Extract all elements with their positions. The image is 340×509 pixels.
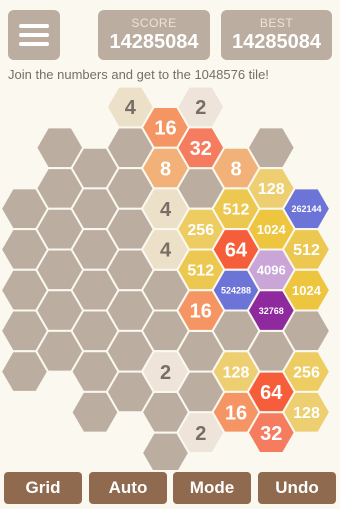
tile-value: 16 (190, 301, 212, 323)
hamburger-menu-icon (19, 24, 49, 28)
tile-value: 128 (293, 405, 320, 422)
tile-value: 2 (195, 97, 206, 119)
tile-value: 4 (160, 240, 172, 262)
tile-value: 32768 (259, 306, 284, 316)
menu-button[interactable] (8, 10, 60, 60)
tile-value: 64 (260, 382, 283, 404)
auto-button[interactable]: Auto (89, 472, 167, 504)
score-label: SCORE (131, 16, 177, 30)
tile-2: 2 (176, 85, 226, 129)
instructions-text: Join the numbers and get to the 1048576 … (8, 67, 269, 82)
score-value: 14285084 (109, 31, 199, 53)
tile-value: 512 (223, 202, 250, 219)
tile-value: 8 (160, 158, 171, 180)
tile-value: 32 (260, 423, 282, 445)
tile-value: 64 (225, 240, 248, 262)
hamburger-menu-icon-bar (19, 42, 49, 46)
best-value: 14285084 (232, 31, 321, 53)
tile-value: 262144 (291, 204, 321, 214)
tile-value: 16 (225, 402, 247, 424)
tile-value: 256 (187, 222, 214, 239)
hamburger-menu-icon-bar (19, 33, 49, 37)
tile-value: 2 (195, 423, 206, 445)
best-label: BEST (259, 16, 294, 30)
hex-game-board[interactable]: 416283284 5121282621444256641024512512524… (0, 85, 340, 470)
tile-value: 4 (125, 97, 137, 119)
tile-value: 128 (223, 364, 250, 381)
tile-value: 4 (160, 199, 172, 221)
bottom-controls: Grid Auto Mode Undo (0, 472, 340, 504)
tile-value: 524288 (221, 285, 251, 295)
tile-value: 256 (293, 364, 320, 381)
tile-value: 512 (293, 242, 320, 259)
tile-value: 4096 (257, 262, 286, 277)
game-screen: SCORE 14285084 BEST 14285084 Join the nu… (0, 0, 340, 509)
tile-value: 2 (160, 362, 171, 384)
tile-value: 32 (190, 138, 212, 160)
tile-value: 128 (258, 181, 285, 198)
tile-value: 8 (230, 158, 241, 180)
best-score-box: BEST 14285084 (221, 10, 332, 60)
tile-value: 512 (187, 263, 214, 280)
tile-value: 1024 (292, 283, 322, 298)
undo-button[interactable]: Undo (258, 472, 336, 504)
tile-value: 16 (154, 118, 176, 140)
score-box: SCORE 14285084 (98, 10, 210, 60)
tile-value: 1024 (257, 222, 287, 237)
mode-button[interactable]: Mode (173, 472, 251, 504)
grid-button[interactable]: Grid (4, 472, 82, 504)
